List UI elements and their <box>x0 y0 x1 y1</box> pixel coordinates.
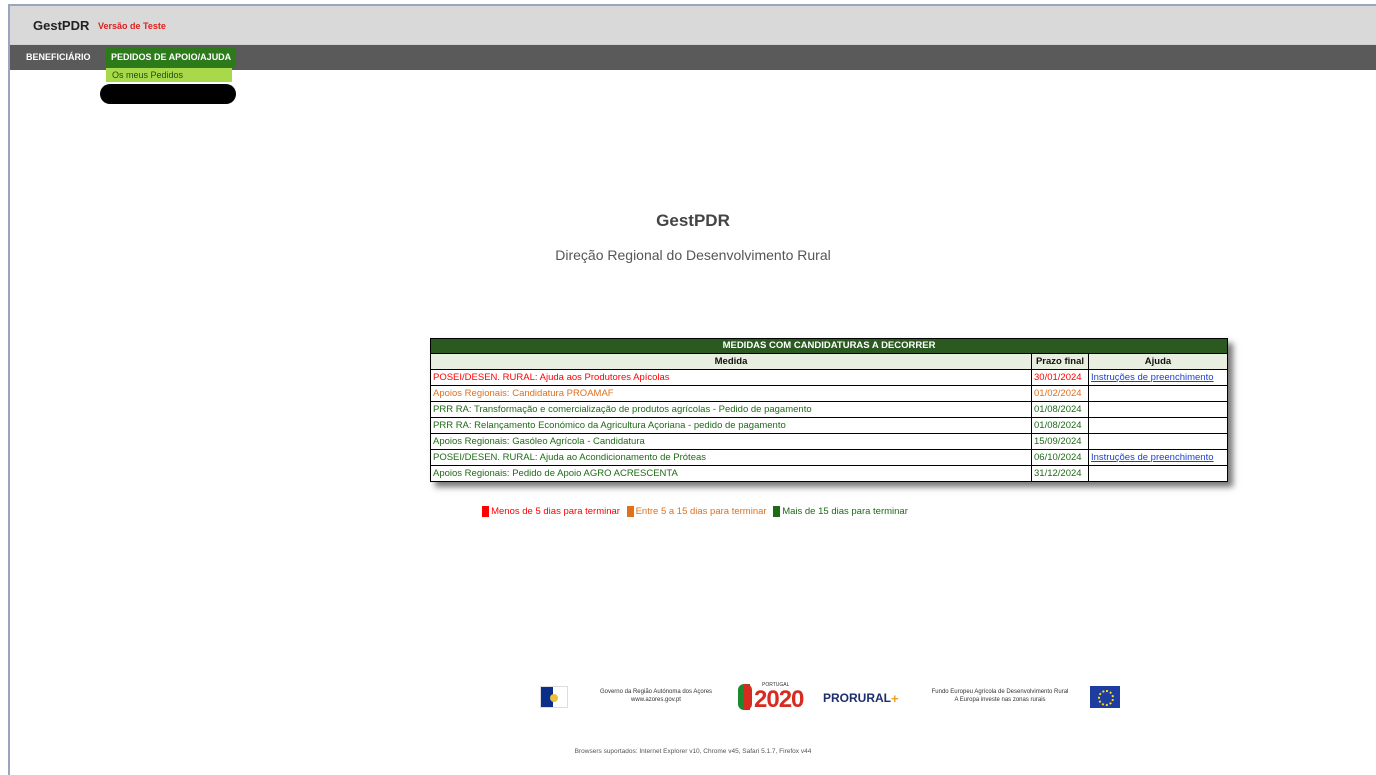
table-row: POSEI/DESEN. RURAL: Ajuda ao Acondiciona… <box>430 449 1228 466</box>
header-medida: Medida <box>430 353 1032 370</box>
ajuda-cell <box>1088 465 1228 482</box>
ajuda-cell <box>1088 401 1228 418</box>
supported-browsers-text: Browsers suportados: Internet Explorer v… <box>574 748 812 755</box>
feader-text: Fundo Europeu Agrícola de Desenvolviment… <box>912 688 1088 704</box>
prazo-cell: 06/10/2024 <box>1031 449 1089 466</box>
table-row: POSEI/DESEN. RURAL: Ajuda aos Produtores… <box>430 369 1228 386</box>
medida-cell[interactable]: PRR RA: Transformação e comercialização … <box>430 401 1032 418</box>
footer-logos: Governo da Região Autónoma dos Açores ww… <box>540 682 1120 714</box>
page-title: GestPDR <box>656 211 730 230</box>
prorural-logo: PRORURAL+ <box>823 691 899 706</box>
ajuda-cell <box>1088 385 1228 402</box>
page: GestPDR Versão de Teste BENEFICIÁRIO PED… <box>8 4 1376 775</box>
instructions-link[interactable]: Instruções de preenchimento <box>1091 372 1214 383</box>
feader-line2: A Europa investe nas zonas rurais <box>954 697 1046 703</box>
header-prazo-final: Prazo final <box>1031 353 1089 370</box>
menu-item-pedidos-apoio[interactable]: PEDIDOS DE APOIO/AJUDA <box>106 48 237 67</box>
medida-cell[interactable]: POSEI/DESEN. RURAL: Ajuda aos Produtores… <box>430 369 1032 386</box>
table-row: PRR RA: Relançamento Económico da Agricu… <box>430 417 1228 434</box>
legend-green-label: Mais de 15 dias para terminar <box>782 506 908 518</box>
prazo-cell: 01/08/2024 <box>1031 401 1089 418</box>
ajuda-cell: Instruções de preenchimento <box>1088 369 1228 386</box>
prazo-cell: 01/08/2024 <box>1031 417 1089 434</box>
table-row: Apoios Regionais: Candidatura PROAMAF 01… <box>430 385 1228 402</box>
medida-cell[interactable]: POSEI/DESEN. RURAL: Ajuda ao Acondiciona… <box>430 449 1032 466</box>
table-caption: MEDIDAS COM CANDIDATURAS A DECORRER <box>430 338 1228 353</box>
prazo-cell: 31/12/2024 <box>1031 465 1089 482</box>
page-subtitle: Direção Regional do Desenvolvimento Rura… <box>555 247 831 263</box>
menu-item-beneficiario[interactable]: BENEFICIÁRIO <box>21 48 96 67</box>
legend-red-label: Menos de 5 dias para terminar <box>491 506 620 518</box>
gov-line1: Governo da Região Autónoma dos Açores <box>599 689 713 695</box>
portugal-2020-logo: PORTUGAL 2020 <box>738 682 830 713</box>
legend-red-swatch <box>482 506 490 517</box>
dropdown-item-os-meus-pedidos[interactable]: Os meus Pedidos <box>106 68 232 82</box>
prazo-cell: 15/09/2024 <box>1031 433 1089 450</box>
table-header-row: Medida Prazo final Ajuda <box>430 353 1228 370</box>
medida-cell[interactable]: Apoios Regionais: Gasóleo Agrícola - Can… <box>430 433 1032 450</box>
prorural-plus: + <box>891 691 899 706</box>
table-row: Apoios Regionais: Pedido de Apoio AGRO A… <box>430 465 1228 482</box>
prazo-cell: 30/01/2024 <box>1031 369 1089 386</box>
table-row: PRR RA: Transformação e comercialização … <box>430 401 1228 418</box>
portugal-2020-number: 2020 <box>754 686 804 713</box>
deadline-legend: Menos de 5 dias para terminar Entre 5 a … <box>10 506 1376 517</box>
gov-azores-text: Governo da Região Autónoma dos Açores ww… <box>586 688 726 704</box>
legend-orange-label: Entre 5 a 15 dias para terminar <box>635 506 767 518</box>
ajuda-cell <box>1088 417 1228 434</box>
eu-flag-icon <box>1090 686 1120 708</box>
top-bar: GestPDR Versão de Teste <box>10 6 1376 45</box>
prazo-cell: 01/02/2024 <box>1031 385 1089 402</box>
azores-flag-icon <box>540 686 568 708</box>
instructions-link[interactable]: Instruções de preenchimento <box>1091 452 1214 463</box>
gov-line2: www.azores.gov.pt <box>631 697 681 703</box>
feader-line1: Fundo Europeu Agrícola de Desenvolviment… <box>931 689 1069 695</box>
medida-cell[interactable]: PRR RA: Relançamento Económico da Agricu… <box>430 417 1032 434</box>
medida-cell[interactable]: Apoios Regionais: Candidatura PROAMAF <box>430 385 1032 402</box>
ajuda-cell <box>1088 433 1228 450</box>
app-name: GestPDR <box>33 18 90 33</box>
test-version-label: Versão de Teste <box>98 21 166 31</box>
legend-orange-swatch <box>626 506 634 517</box>
medidas-table: MEDIDAS COM CANDIDATURAS A DECORRER Medi… <box>430 338 1228 482</box>
prorural-text: PRORURAL <box>823 691 891 705</box>
header-ajuda: Ajuda <box>1088 353 1228 370</box>
legend-green-swatch <box>773 506 781 517</box>
table-row: Apoios Regionais: Gasóleo Agrícola - Can… <box>430 433 1228 450</box>
redacted-menu-item <box>100 84 236 104</box>
medida-cell[interactable]: Apoios Regionais: Pedido de Apoio AGRO A… <box>430 465 1032 482</box>
menu-bar: BENEFICIÁRIO PEDIDOS DE APOIO/AJUDA <box>10 45 1376 70</box>
ajuda-cell: Instruções de preenchimento <box>1088 449 1228 466</box>
